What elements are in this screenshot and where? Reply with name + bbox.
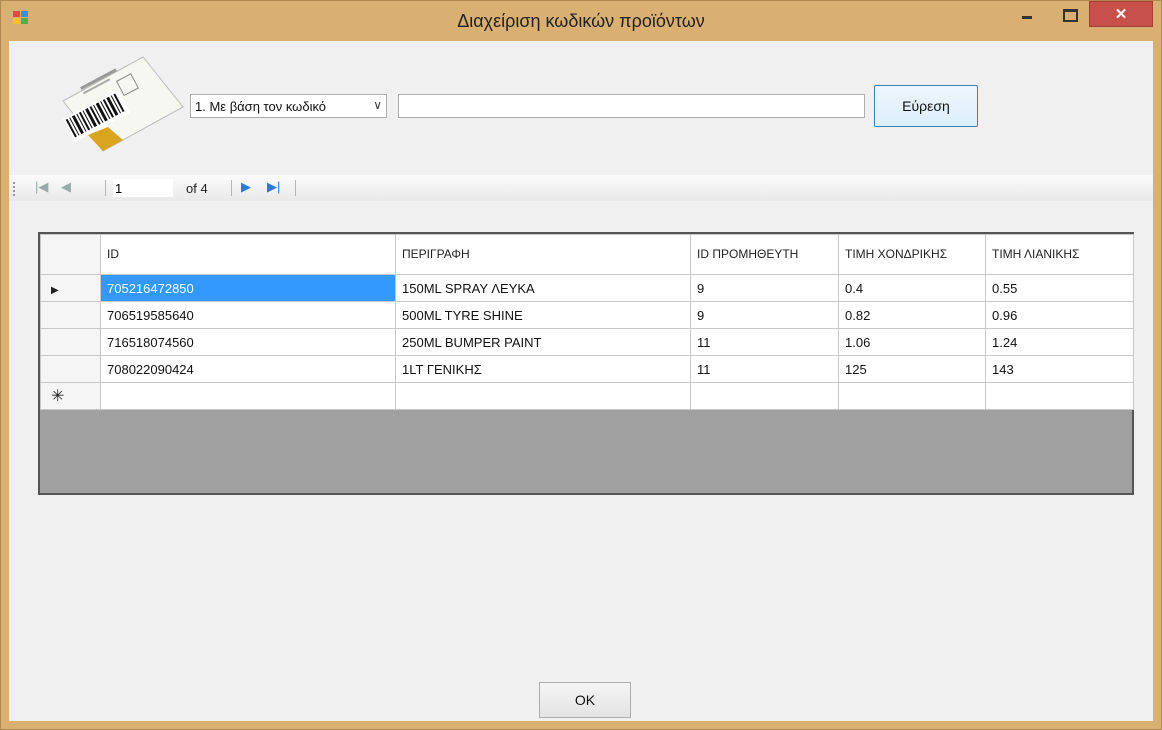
- cell-description[interactable]: [395, 382, 691, 410]
- new-row[interactable]: ✳: [40, 382, 1134, 410]
- column-header-id[interactable]: ID: [100, 234, 396, 275]
- current-row-icon: ▶: [51, 284, 59, 296]
- close-button[interactable]: ✕: [1089, 1, 1153, 27]
- record-count-label: of 4: [186, 181, 208, 196]
- window-title: Διαχείριση κωδικών προϊόντων: [457, 11, 705, 31]
- new-row-icon: ✳: [51, 388, 65, 405]
- cell-description[interactable]: 500ML TYRE SHINE: [395, 301, 691, 329]
- corner-header[interactable]: [40, 234, 101, 275]
- maximize-button[interactable]: [1055, 1, 1083, 27]
- search-mode-select[interactable]: 1. Με βάση τον κωδικό ∨: [190, 94, 387, 118]
- row-header[interactable]: ▶: [40, 274, 101, 302]
- cell-id[interactable]: [100, 382, 396, 410]
- main-window: Διαχείριση κωδικών προϊόντων ✕ 1. Με βάσ…: [0, 0, 1162, 730]
- maximize-icon: [1063, 9, 1078, 22]
- row-header[interactable]: [40, 328, 101, 356]
- move-last-icon[interactable]: ▶|: [267, 179, 280, 195]
- close-icon: ✕: [1114, 6, 1128, 23]
- products-table: ID ΠΕΡΙΓΡΑΦΗ ID ΠΡΟΜΗΘΕΥΤΗ ΤΙΜΗ ΧΟΝΔΡΙΚΗ…: [40, 234, 1134, 410]
- cell-supplier-id[interactable]: 9: [690, 274, 839, 302]
- cell-id[interactable]: 708022090424: [100, 355, 396, 383]
- cell-wholesale-price[interactable]: 125: [838, 355, 986, 383]
- column-header-supplier-id[interactable]: ID ΠΡΟΜΗΘΕΥΤΗ: [690, 234, 839, 275]
- move-previous-icon[interactable]: ◀: [61, 179, 71, 195]
- row-header[interactable]: [40, 355, 101, 383]
- minimize-button[interactable]: [1013, 1, 1041, 27]
- table-row[interactable]: 706519585640 500ML TYRE SHINE 9 0.82 0.9…: [40, 301, 1134, 329]
- cell-id[interactable]: 716518074560: [100, 328, 396, 356]
- barcode-label-image: [62, 56, 184, 152]
- toolbar-separator: [295, 180, 296, 196]
- chevron-down-icon[interactable]: ∨: [373, 98, 382, 112]
- cell-wholesale-price[interactable]: 1.06: [838, 328, 986, 356]
- row-header[interactable]: [40, 301, 101, 329]
- ok-button[interactable]: OK: [539, 682, 631, 718]
- toolbar-separator: [105, 180, 106, 196]
- cell-description[interactable]: 150ML SPRAY ΛΕΥΚΑ: [395, 274, 691, 302]
- search-input[interactable]: [398, 94, 865, 118]
- binding-navigator: |◀ ◀ of 4 ▶ ▶|: [9, 175, 1153, 201]
- move-next-icon[interactable]: ▶: [241, 179, 251, 195]
- search-mode-value: 1. Με βάση τον κωδικό: [195, 99, 327, 114]
- move-first-icon[interactable]: |◀: [35, 179, 48, 195]
- table-row[interactable]: ▶ 705216472850 150ML SPRAY ΛΕΥΚΑ 9 0.4 0…: [40, 274, 1134, 302]
- toolbar-separator: [231, 180, 232, 196]
- toolbar-grip-icon[interactable]: [13, 182, 17, 196]
- title-bar[interactable]: Διαχείριση κωδικών προϊόντων ✕: [1, 1, 1161, 37]
- column-header-wholesale-price[interactable]: ΤΙΜΗ ΧΟΝΔΡΙΚΗΣ: [838, 234, 986, 275]
- column-header-retail-price[interactable]: ΤΙΜΗ ΛΙΑΝΙΚΗΣ: [985, 234, 1134, 275]
- cell-retail-price[interactable]: 0.55: [985, 274, 1134, 302]
- cell-retail-price[interactable]: 143: [985, 355, 1134, 383]
- cell-id[interactable]: 706519585640: [100, 301, 396, 329]
- row-header[interactable]: ✳: [40, 382, 101, 410]
- header-row: ID ΠΕΡΙΓΡΑΦΗ ID ΠΡΟΜΗΘΕΥΤΗ ΤΙΜΗ ΧΟΝΔΡΙΚΗ…: [40, 234, 1134, 275]
- cell-supplier-id[interactable]: 11: [690, 355, 839, 383]
- find-button[interactable]: Εύρεση: [874, 85, 978, 127]
- cell-id[interactable]: 705216472850: [100, 274, 396, 302]
- table-row[interactable]: 708022090424 1LT ΓΕΝΙΚΗΣ 11 125 143: [40, 355, 1134, 383]
- cell-wholesale-price[interactable]: 0.4: [838, 274, 986, 302]
- cell-description[interactable]: 250ML BUMPER PAINT: [395, 328, 691, 356]
- cell-supplier-id[interactable]: 9: [690, 301, 839, 329]
- cell-retail-price[interactable]: [985, 382, 1134, 410]
- client-area: 1. Με βάση τον κωδικό ∨ Εύρεση |◀ ◀ of 4…: [9, 41, 1153, 721]
- cell-wholesale-price[interactable]: 0.82: [838, 301, 986, 329]
- cell-wholesale-price[interactable]: [838, 382, 986, 410]
- cell-retail-price[interactable]: 0.96: [985, 301, 1134, 329]
- position-input[interactable]: [113, 179, 173, 197]
- column-header-description[interactable]: ΠΕΡΙΓΡΑΦΗ: [395, 234, 691, 275]
- cell-supplier-id[interactable]: [690, 382, 839, 410]
- cell-description[interactable]: 1LT ΓΕΝΙΚΗΣ: [395, 355, 691, 383]
- table-row[interactable]: 716518074560 250ML BUMPER PAINT 11 1.06 …: [40, 328, 1134, 356]
- products-grid[interactable]: ID ΠΕΡΙΓΡΑΦΗ ID ΠΡΟΜΗΘΕΥΤΗ ΤΙΜΗ ΧΟΝΔΡΙΚΗ…: [38, 232, 1134, 495]
- minimize-icon: [1022, 16, 1032, 19]
- cell-supplier-id[interactable]: 11: [690, 328, 839, 356]
- cell-retail-price[interactable]: 1.24: [985, 328, 1134, 356]
